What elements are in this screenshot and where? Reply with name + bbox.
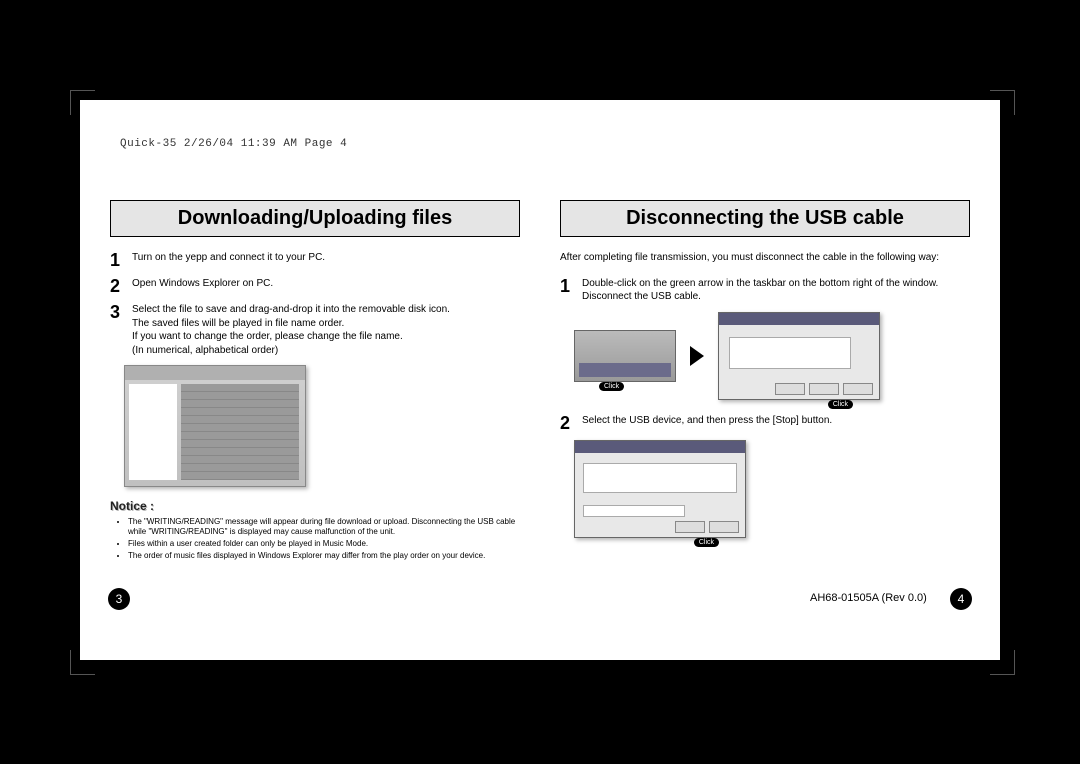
step-number: 2 <box>110 277 124 295</box>
click-badge: Click <box>828 400 853 409</box>
step-text: Select the USB device, and then press th… <box>582 414 832 432</box>
page-number-left: 3 <box>108 588 130 610</box>
step-text: Open Windows Explorer on PC. <box>132 277 273 295</box>
step-2: 2 Open Windows Explorer on PC. <box>110 277 520 295</box>
print-footer: Quick-35 2/26/04 11:39 AM Page 4 <box>120 138 347 150</box>
notice-item: Files within a user created folder can o… <box>128 539 520 549</box>
right-page: Disconnecting the USB cable After comple… <box>560 200 970 563</box>
step-1: 1 Turn on the yepp and connect it to you… <box>110 251 520 269</box>
step-text: Double-click on the green arrow in the t… <box>582 277 970 304</box>
stop-device-dialog-screenshot: Click <box>574 440 746 538</box>
step-text: Turn on the yepp and connect it to your … <box>132 251 325 269</box>
taskbar-screenshot: Click <box>574 330 676 382</box>
notice-list: The "WRITING/READING" message will appea… <box>110 517 520 561</box>
arrow-right-icon <box>690 346 704 366</box>
step-1-right: 1 Double-click on the green arrow in the… <box>560 277 970 304</box>
explorer-screenshot <box>124 365 306 487</box>
step-number: 2 <box>560 414 574 432</box>
step-number: 1 <box>560 277 574 304</box>
step-text: Select the file to save and drag-and-dro… <box>132 303 450 357</box>
image-row: Click Click <box>574 312 970 400</box>
page-number-right: 4 <box>950 588 972 610</box>
step-number: 3 <box>110 303 124 357</box>
section-title-right: Disconnecting the USB cable <box>560 200 970 237</box>
unplug-dialog-screenshot: Click <box>718 312 880 400</box>
left-page: Downloading/Uploading files 1 Turn on th… <box>110 200 520 563</box>
notice-item: The order of music files displayed in Wi… <box>128 551 520 561</box>
click-badge: Click <box>599 382 624 391</box>
section-title-left: Downloading/Uploading files <box>110 200 520 237</box>
step-2-right: 2 Select the USB device, and then press … <box>560 414 970 432</box>
step-number: 1 <box>110 251 124 269</box>
notice-item: The "WRITING/READING" message will appea… <box>128 517 520 537</box>
intro-text: After completing file transmission, you … <box>560 251 970 265</box>
step-3: 3 Select the file to save and drag-and-d… <box>110 303 520 357</box>
click-badge: Click <box>694 538 719 547</box>
document-revision: AH68-01505A (Rev 0.0) <box>810 592 927 604</box>
notice-heading: Notice : <box>110 499 520 513</box>
